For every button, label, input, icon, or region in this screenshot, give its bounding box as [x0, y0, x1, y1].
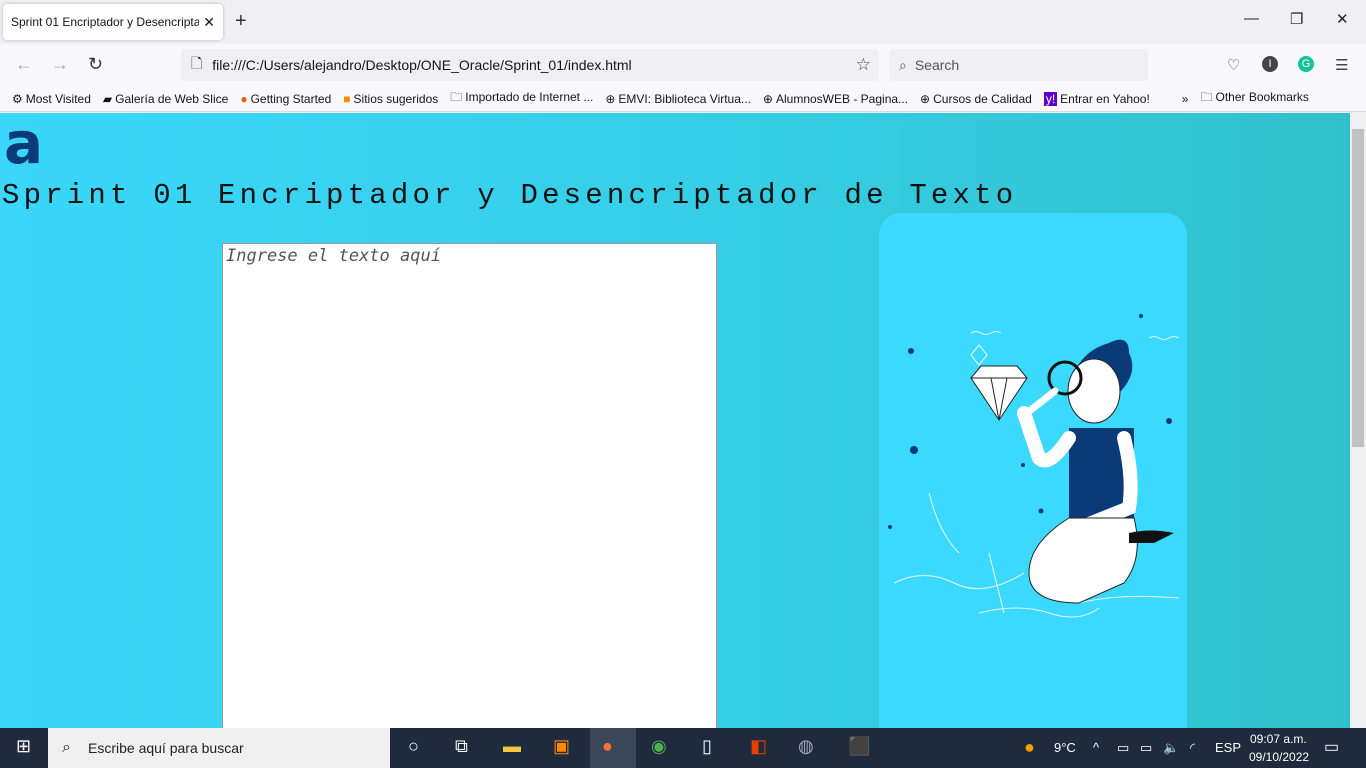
- firefox-icon: ●: [240, 91, 248, 106]
- tray-chevron-icon[interactable]: ^: [1093, 740, 1099, 755]
- logo: a: [4, 113, 44, 177]
- url-bar[interactable]: 🗋 file:///C:/Users/alejandro/Desktop/ONE…: [181, 49, 879, 81]
- other-bookmarks[interactable]: 🗀 Other Bookmarks: [1200, 88, 1308, 109]
- search-icon: ⌕: [62, 739, 71, 756]
- wifi-icon[interactable]: ◜: [1190, 740, 1195, 756]
- search-placeholder: Search: [914, 57, 960, 73]
- bookmark-item[interactable]: ⚙ Most Visited: [12, 92, 91, 106]
- bookmark-item[interactable]: 🗀 Importado de Internet ...: [450, 88, 593, 109]
- bookmark-item[interactable]: ⊕ EMVI: Biblioteca Virtua...: [605, 92, 751, 106]
- more-bookmarks-icon[interactable]: »: [1182, 92, 1189, 106]
- back-icon[interactable]: ←: [15, 54, 33, 75]
- bookmark-item[interactable]: ⊕ AlumnosWEB - Pagina...: [763, 92, 908, 106]
- menu-icon[interactable]: ☰: [1335, 56, 1348, 74]
- forward-icon[interactable]: →: [51, 54, 69, 75]
- bookmark-item[interactable]: ⊕ Cursos de Calidad: [920, 92, 1032, 106]
- output-card: [879, 213, 1187, 728]
- chrome-icon[interactable]: ◉: [651, 736, 667, 757]
- acrobat-icon[interactable]: ⬛: [848, 736, 870, 757]
- folder-icon: 🗀: [450, 90, 463, 104]
- file-explorer-icon[interactable]: ▬: [503, 736, 521, 757]
- vertical-scrollbar[interactable]: [1350, 113, 1366, 728]
- page-content: a Sprint 01 Encriptador y Desencriptador…: [0, 113, 1350, 728]
- person-magnifier-illustration: [888, 314, 1180, 618]
- document-icon[interactable]: ▯: [702, 736, 712, 757]
- bookmark-star-icon[interactable]: ☆: [856, 55, 871, 75]
- reload-icon[interactable]: ↻: [88, 54, 103, 75]
- volume-icon[interactable]: 🔈: [1163, 740, 1179, 756]
- notifications-icon[interactable]: ▭: [1324, 737, 1339, 757]
- text-input[interactable]: [222, 243, 717, 728]
- tab-title: Sprint 01 Encriptador y Desencriptador d…: [11, 15, 200, 29]
- temperature[interactable]: 9°C: [1054, 740, 1076, 755]
- media-player-icon[interactable]: ▣: [553, 736, 570, 757]
- minimize-icon[interactable]: —: [1244, 10, 1259, 27]
- page-icon: 🗋: [191, 55, 203, 71]
- camera-icon[interactable]: ▭: [1117, 740, 1129, 756]
- bookmarks-bar: ⚙ Most Visited ▰ Galería de Web Slice ● Get…: [0, 86, 1366, 112]
- navigation-toolbar: ← → ↻ 🗋 file:///C:/Users/alejandro/Deskt…: [0, 44, 1366, 86]
- cortana-icon[interactable]: ○: [408, 736, 419, 757]
- account-icon[interactable]: I: [1262, 56, 1278, 72]
- browser-tab[interactable]: Sprint 01 Encriptador y Desencriptador d…: [3, 4, 223, 40]
- bookmark-item[interactable]: ▰ Galería de Web Slice: [103, 92, 228, 106]
- yahoo-icon: y!: [1043, 91, 1058, 106]
- new-tab-button[interactable]: +: [235, 10, 247, 33]
- battery-icon[interactable]: ▭: [1140, 740, 1152, 756]
- search-input[interactable]: ⌕ Search: [889, 49, 1148, 81]
- pocket-icon[interactable]: ♡: [1227, 56, 1240, 74]
- taskbar-search-placeholder: Escribe aquí para buscar: [88, 740, 244, 756]
- taskbar: ⊞ ⌕ Escribe aquí para buscar ○ ⧉ ▬ ▣ ● ◉…: [0, 728, 1366, 768]
- webslice-icon: ▰: [102, 91, 113, 106]
- bulb-icon: ■: [343, 91, 351, 106]
- windows-start-icon[interactable]: ⊞: [16, 736, 31, 757]
- gear-icon: ⚙: [12, 91, 23, 106]
- tab-bar: Sprint 01 Encriptador y Desencriptador d…: [0, 0, 1366, 44]
- eclipse-icon[interactable]: ◍: [798, 736, 814, 757]
- search-icon: ⌕: [899, 56, 907, 73]
- taskbar-search-input[interactable]: ⌕ Escribe aquí para buscar: [48, 728, 390, 768]
- language[interactable]: ESP: [1215, 740, 1241, 755]
- close-tab-icon[interactable]: ✕: [203, 14, 215, 31]
- globe-icon: ⊕: [920, 91, 931, 106]
- close-window-icon[interactable]: ✕: [1336, 10, 1349, 28]
- clock-time[interactable]: 09:07 a.m.: [1250, 732, 1307, 746]
- task-view-icon[interactable]: ⧉: [455, 736, 468, 757]
- folder-icon: 🗀: [1200, 90, 1213, 104]
- globe-icon: ⊕: [605, 91, 616, 106]
- firefox-taskbar-icon[interactable]: ●: [590, 728, 636, 768]
- globe-icon: ⊕: [762, 91, 773, 106]
- bookmark-item[interactable]: ● Getting Started: [240, 92, 331, 106]
- page-title: Sprint 01 Encriptador y Desencriptador d…: [2, 179, 1018, 212]
- url-text: file:///C:/Users/alejandro/Desktop/ONE_O…: [212, 57, 632, 73]
- bookmark-item[interactable]: ■ Sitios sugeridos: [343, 92, 438, 106]
- clock-date[interactable]: 09/10/2022: [1249, 750, 1309, 764]
- grammarly-icon[interactable]: G: [1298, 56, 1314, 72]
- restore-icon[interactable]: ❐: [1290, 10, 1303, 28]
- scrollbar-thumb[interactable]: [1352, 129, 1364, 447]
- bookmark-item[interactable]: y! Entrar en Yahoo!: [1043, 91, 1150, 106]
- office-icon[interactable]: ◧: [750, 736, 767, 757]
- weather-icon[interactable]: ●: [1024, 737, 1035, 758]
